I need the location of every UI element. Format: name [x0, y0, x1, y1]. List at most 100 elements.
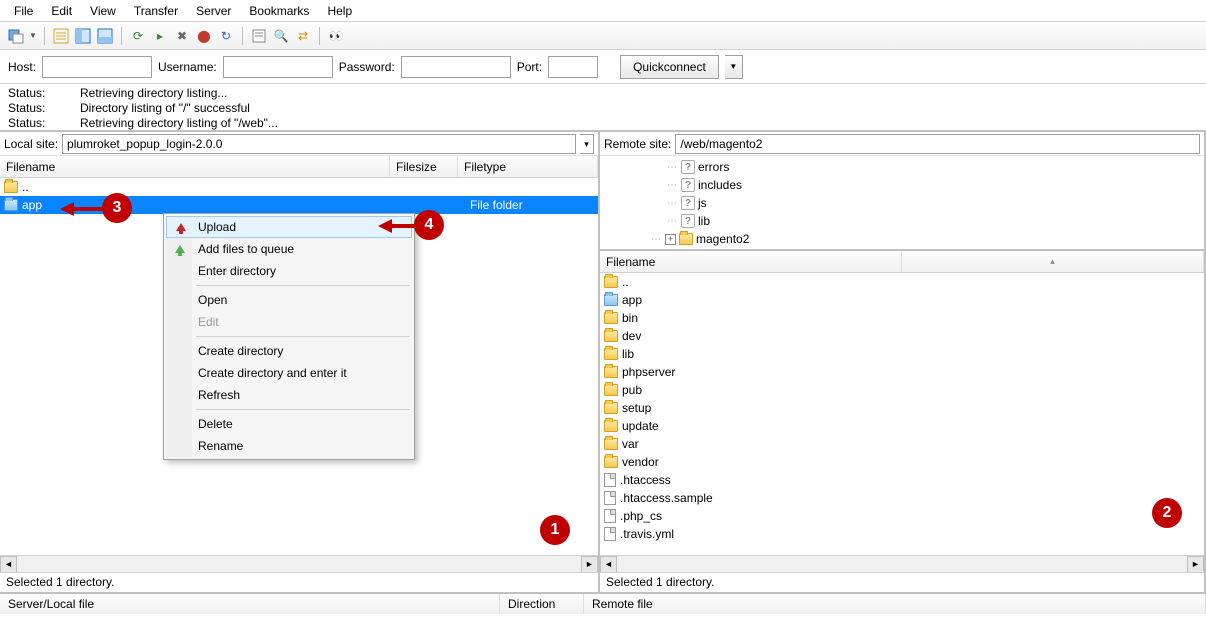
col-filename[interactable]: Filename — [600, 251, 902, 272]
menu-item-add-files-to-queue[interactable]: Add files to queue — [166, 238, 412, 260]
menu-item-label: Upload — [198, 220, 236, 234]
menu-item-rename[interactable]: Rename — [166, 435, 412, 457]
list-item[interactable]: app — [600, 291, 1204, 309]
list-item[interactable]: lib — [600, 345, 1204, 363]
col-filename[interactable]: Filename — [0, 156, 390, 177]
scroll-right-icon[interactable]: ► — [1187, 556, 1204, 573]
menu-item-create-directory-and-enter-it[interactable]: Create directory and enter it — [166, 362, 412, 384]
remote-hscrollbar[interactable]: ◄ ► — [600, 555, 1204, 572]
tree-item[interactable]: ⋯?lib — [604, 212, 1200, 230]
folder-icon — [604, 402, 618, 414]
scroll-left-icon[interactable]: ◄ — [0, 556, 17, 573]
filename-label: .php_cs — [620, 509, 662, 523]
list-item[interactable]: appFile folder — [0, 196, 598, 214]
menu-item-upload[interactable]: Upload — [166, 216, 412, 238]
col-remote-file[interactable]: Remote file — [584, 594, 1206, 614]
folder-icon — [604, 420, 618, 432]
list-item[interactable]: .. — [0, 178, 598, 196]
compare-icon[interactable]: ⇄ — [293, 26, 313, 46]
expander-icon[interactable]: + — [665, 234, 676, 245]
reconnect-icon[interactable]: ↻ — [216, 26, 236, 46]
local-path-input[interactable] — [62, 134, 576, 154]
tree-item[interactable]: ⋯?js — [604, 194, 1200, 212]
col-filetype[interactable]: Filetype — [458, 156, 598, 177]
list-item[interactable]: .php_cs — [600, 507, 1204, 525]
remote-path-input[interactable] — [675, 134, 1200, 154]
menu-item-label: Rename — [198, 439, 243, 453]
quickconnect-button[interactable]: Quickconnect — [620, 55, 719, 79]
list-item[interactable]: setup — [600, 399, 1204, 417]
folder-icon — [4, 199, 18, 211]
list-item[interactable]: phpserver — [600, 363, 1204, 381]
menu-file[interactable]: File — [6, 2, 41, 20]
host-input[interactable] — [42, 56, 152, 78]
search-icon[interactable]: 🔍 — [271, 26, 291, 46]
log-message: Retrieving directory listing... — [80, 86, 227, 101]
list-item[interactable]: .htaccess — [600, 471, 1204, 489]
list-item[interactable]: .htaccess.sample — [600, 489, 1204, 507]
menu-view[interactable]: View — [82, 2, 124, 20]
sitemanager-dropdown-icon[interactable]: ▼ — [28, 31, 38, 40]
list-item[interactable]: vendor — [600, 453, 1204, 471]
list-item[interactable]: bin — [600, 309, 1204, 327]
toggle-log-icon[interactable] — [51, 26, 71, 46]
menu-item-create-directory[interactable]: Create directory — [166, 340, 412, 362]
menu-transfer[interactable]: Transfer — [126, 2, 186, 20]
list-item[interactable]: .. — [600, 273, 1204, 291]
tree-label: lib — [698, 214, 710, 228]
col-direction[interactable]: Direction — [500, 594, 584, 614]
menu-help[interactable]: Help — [319, 2, 360, 20]
username-input[interactable] — [223, 56, 333, 78]
remote-statusbar: Selected 1 directory. — [600, 572, 1204, 592]
log-label: Status: — [8, 86, 80, 101]
menu-item-label: Enter directory — [198, 264, 276, 278]
menu-item-enter-directory[interactable]: Enter directory — [166, 260, 412, 282]
filter-icon[interactable] — [249, 26, 269, 46]
toolbar: ▼ ⟳ ▸ ✖ ⬤ ↻ 🔍 ⇄ 👀 — [0, 22, 1206, 50]
list-item[interactable]: update — [600, 417, 1204, 435]
list-item[interactable]: var — [600, 435, 1204, 453]
menu-item-label: Create directory and enter it — [198, 366, 347, 380]
remote-filelist[interactable]: ..appbindevlibphpserverpub setup updatevar… — [600, 273, 1204, 555]
scroll-right-icon[interactable]: ► — [581, 556, 598, 573]
filename-label: vendor — [622, 455, 659, 469]
message-log: Status:Retrieving directory listing... S… — [0, 84, 1206, 132]
file-icon — [604, 473, 616, 487]
list-item[interactable]: pub — [600, 381, 1204, 399]
folder-icon — [604, 384, 618, 396]
list-item[interactable]: .travis.yml — [600, 525, 1204, 543]
menu-item-delete[interactable]: Delete — [166, 413, 412, 435]
toggle-queue-icon[interactable] — [95, 26, 115, 46]
sitemanager-icon[interactable] — [6, 26, 26, 46]
filename-label: .htaccess — [620, 473, 671, 487]
transfer-queue-header: Server/Local file Direction Remote file — [0, 592, 1206, 614]
list-item[interactable]: dev — [600, 327, 1204, 345]
password-input[interactable] — [401, 56, 511, 78]
col-server-local-file[interactable]: Server/Local file — [0, 594, 500, 614]
port-input[interactable] — [548, 56, 598, 78]
process-queue-icon[interactable]: ▸ — [150, 26, 170, 46]
refresh-icon[interactable]: ⟳ — [128, 26, 148, 46]
log-label: Status: — [8, 116, 80, 131]
remote-tree[interactable]: ⋯?errors⋯?includes⋯?js⋯?lib⋯+magento2 — [600, 156, 1204, 251]
scroll-left-icon[interactable]: ◄ — [600, 556, 617, 573]
folder-icon — [4, 181, 18, 193]
tree-item[interactable]: ⋯+magento2 — [604, 230, 1200, 248]
menu-item-open[interactable]: Open — [166, 289, 412, 311]
local-path-dropdown-icon[interactable]: ▾ — [580, 134, 594, 154]
tree-item[interactable]: ⋯?errors — [604, 158, 1200, 176]
menu-edit[interactable]: Edit — [43, 2, 80, 20]
tree-item[interactable]: ⋯?includes — [604, 176, 1200, 194]
menu-bookmarks[interactable]: Bookmarks — [241, 2, 317, 20]
filename-label: setup — [622, 401, 651, 415]
menu-item-refresh[interactable]: Refresh — [166, 384, 412, 406]
disconnect-icon[interactable]: ⬤ — [194, 26, 214, 46]
binoculars-icon[interactable]: 👀 — [326, 26, 346, 46]
menu-server[interactable]: Server — [188, 2, 239, 20]
toggle-tree-icon[interactable] — [73, 26, 93, 46]
col-filesize[interactable]: Filesize — [390, 156, 458, 177]
filename-label: .travis.yml — [620, 527, 674, 541]
local-hscrollbar[interactable]: ◄ ► — [0, 555, 598, 572]
quickconnect-dropdown-icon[interactable]: ▼ — [725, 55, 743, 79]
cancel-icon[interactable]: ✖ — [172, 26, 192, 46]
